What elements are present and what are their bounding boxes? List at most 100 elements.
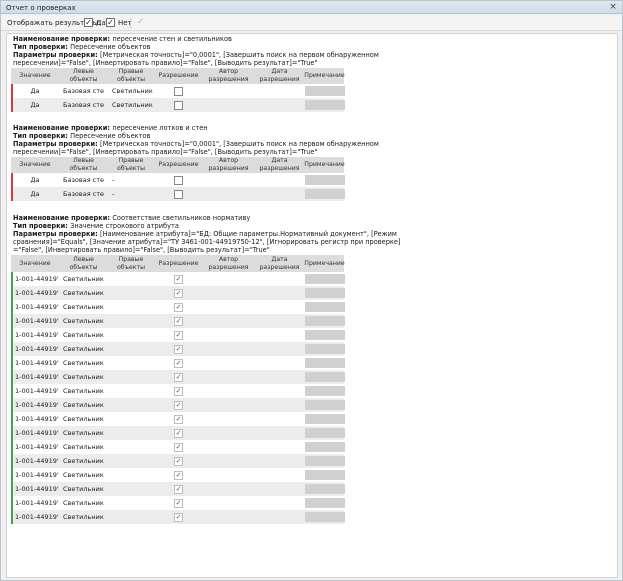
column-header[interactable]: Левые объекты [59,68,108,84]
table-row[interactable]: 1-001-44919' Светильник ✓ [11,510,345,524]
table-row[interactable]: 1-001-44919' Светильник ✓ [11,384,345,398]
note-field[interactable] [305,288,345,298]
table-row[interactable]: 1-001-44919' Светильник ✓ [11,496,345,510]
report-content[interactable]: Наименование проверки: пересечение стен … [6,33,618,578]
table-row[interactable]: 1-001-44919' Светильник ✓ [11,272,345,286]
resolution-checkbox[interactable] [174,101,183,110]
table-row[interactable]: Да Базовая стен Светильник [11,98,345,112]
table-row[interactable]: 1-001-44919' Светильник ✓ [11,412,345,426]
table-row[interactable]: 1-001-44919' Светильник ✓ [11,482,345,496]
note-field[interactable] [305,400,345,410]
table-row[interactable]: 1-001-44919' Светильник ✓ [11,426,345,440]
table-row[interactable]: 1-001-44919' Светильник ✓ [11,398,345,412]
note-field[interactable] [305,330,345,340]
column-header[interactable]: Разрешение [154,255,203,272]
resolution-checkbox[interactable]: ✓ [174,401,183,410]
column-header[interactable]: Правые объекты [108,68,154,84]
title-bar[interactable]: Отчет о проверках × [1,1,622,14]
table-row[interactable]: 1-001-44919' Светильник ✓ [11,454,345,468]
note-field[interactable] [305,358,345,368]
column-header[interactable]: Автор разрешения [203,157,254,173]
column-header[interactable]: Примечание [304,68,344,84]
resolution-checkbox[interactable]: ✓ [174,485,183,494]
note-field[interactable] [305,175,345,185]
column-header[interactable]: Автор разрешения [203,68,254,84]
table-row[interactable]: 1-001-44919' Светильник ✓ [11,328,345,342]
column-header[interactable]: Автор разрешения [203,255,254,272]
column-header[interactable]: Правые объекты [108,157,154,173]
resolution-checkbox[interactable] [174,190,183,199]
note-field[interactable] [305,274,345,284]
resolution-checkbox[interactable]: ✓ [174,359,183,368]
column-header[interactable]: Дата разрешения [254,68,305,84]
note-field[interactable] [305,414,345,424]
table-row[interactable]: 1-001-44919' Светильник ✓ [11,286,345,300]
table-row[interactable]: 1-001-44919' Светильник ✓ [11,370,345,384]
resolution-checkbox[interactable] [174,87,183,96]
table-row[interactable]: 1-001-44919' Светильник ✓ [11,300,345,314]
resolution-checkbox[interactable] [174,176,183,185]
resolution-checkbox[interactable]: ✓ [174,513,183,522]
note-field[interactable] [305,498,345,508]
resolution-checkbox[interactable]: ✓ [174,345,183,354]
value-cell: 1-001-44919' [15,443,59,451]
resolution-checkbox[interactable]: ✓ [174,443,183,452]
table-row[interactable]: 1-001-44919' Светильник ✓ [11,314,345,328]
note-field[interactable] [305,316,345,326]
column-header[interactable]: Дата разрешения [254,255,305,272]
column-header[interactable]: Примечание [304,157,344,173]
close-icon[interactable]: × [608,2,618,12]
table-row[interactable]: Да Базовая стен - [11,187,345,201]
column-header[interactable]: Левые объекты [59,255,108,272]
column-header[interactable]: Примечание [304,255,344,272]
resolution-checkbox[interactable]: ✓ [174,499,183,508]
table-row[interactable]: 1-001-44919' Светильник ✓ [11,342,345,356]
table-row[interactable]: Да Базовая стен - [11,173,345,187]
resolution-checkbox[interactable]: ✓ [174,303,183,312]
note-field[interactable] [305,344,345,354]
column-header[interactable]: Дата разрешения [254,157,305,173]
left-object-cell: Светильник [63,499,104,507]
check-name-value: Соответствие светильников нормативу [112,214,251,222]
note-field[interactable] [305,456,345,466]
resolution-checkbox[interactable]: ✓ [174,387,183,396]
note-field[interactable] [305,470,345,480]
note-field[interactable] [305,442,345,452]
note-field[interactable] [305,484,345,494]
resolution-checkbox[interactable]: ✓ [174,331,183,340]
note-field[interactable] [305,189,345,199]
table-row[interactable]: 1-001-44919' Светильник ✓ [11,468,345,482]
note-field[interactable] [305,302,345,312]
note-field[interactable] [305,372,345,382]
resolution-checkbox[interactable]: ✓ [174,275,183,284]
resolution-checkbox[interactable]: ✓ [174,373,183,382]
table-row[interactable]: Да Базовая стен Светильник [11,84,345,98]
note-field[interactable] [305,428,345,438]
column-header[interactable]: Значение [11,157,59,173]
resolution-checkbox[interactable]: ✓ [174,415,183,424]
note-field[interactable] [305,386,345,396]
table-row[interactable]: 1-001-44919' Светильник ✓ [11,356,345,370]
no-checkbox[interactable]: ✓ [106,18,115,27]
column-header[interactable]: Значение [11,255,59,272]
apply-check-icon[interactable]: ✓ [137,17,145,27]
column-header[interactable]: Правые объекты [108,255,154,272]
column-header[interactable]: Левые объекты [59,157,108,173]
resolution-checkbox[interactable]: ✓ [174,317,183,326]
resolution-checkbox[interactable]: ✓ [174,289,183,298]
status-marker [11,510,13,524]
yes-checkbox[interactable]: ✓ [84,18,93,27]
resolution-checkbox[interactable]: ✓ [174,429,183,438]
column-header[interactable]: Разрешение [154,68,203,84]
table-row[interactable]: 1-001-44919' Светильник ✓ [11,440,345,454]
column-header[interactable]: Значение [11,68,59,84]
note-field[interactable] [305,86,345,96]
resolution-checkbox[interactable]: ✓ [174,457,183,466]
status-marker [11,286,13,300]
note-field[interactable] [305,512,345,522]
column-header[interactable]: Разрешение [154,157,203,173]
resolution-checkbox[interactable]: ✓ [174,471,183,480]
left-object-cell: Светильник [63,401,104,409]
value-cell: 1-001-44919' [15,359,59,367]
note-field[interactable] [305,100,345,110]
